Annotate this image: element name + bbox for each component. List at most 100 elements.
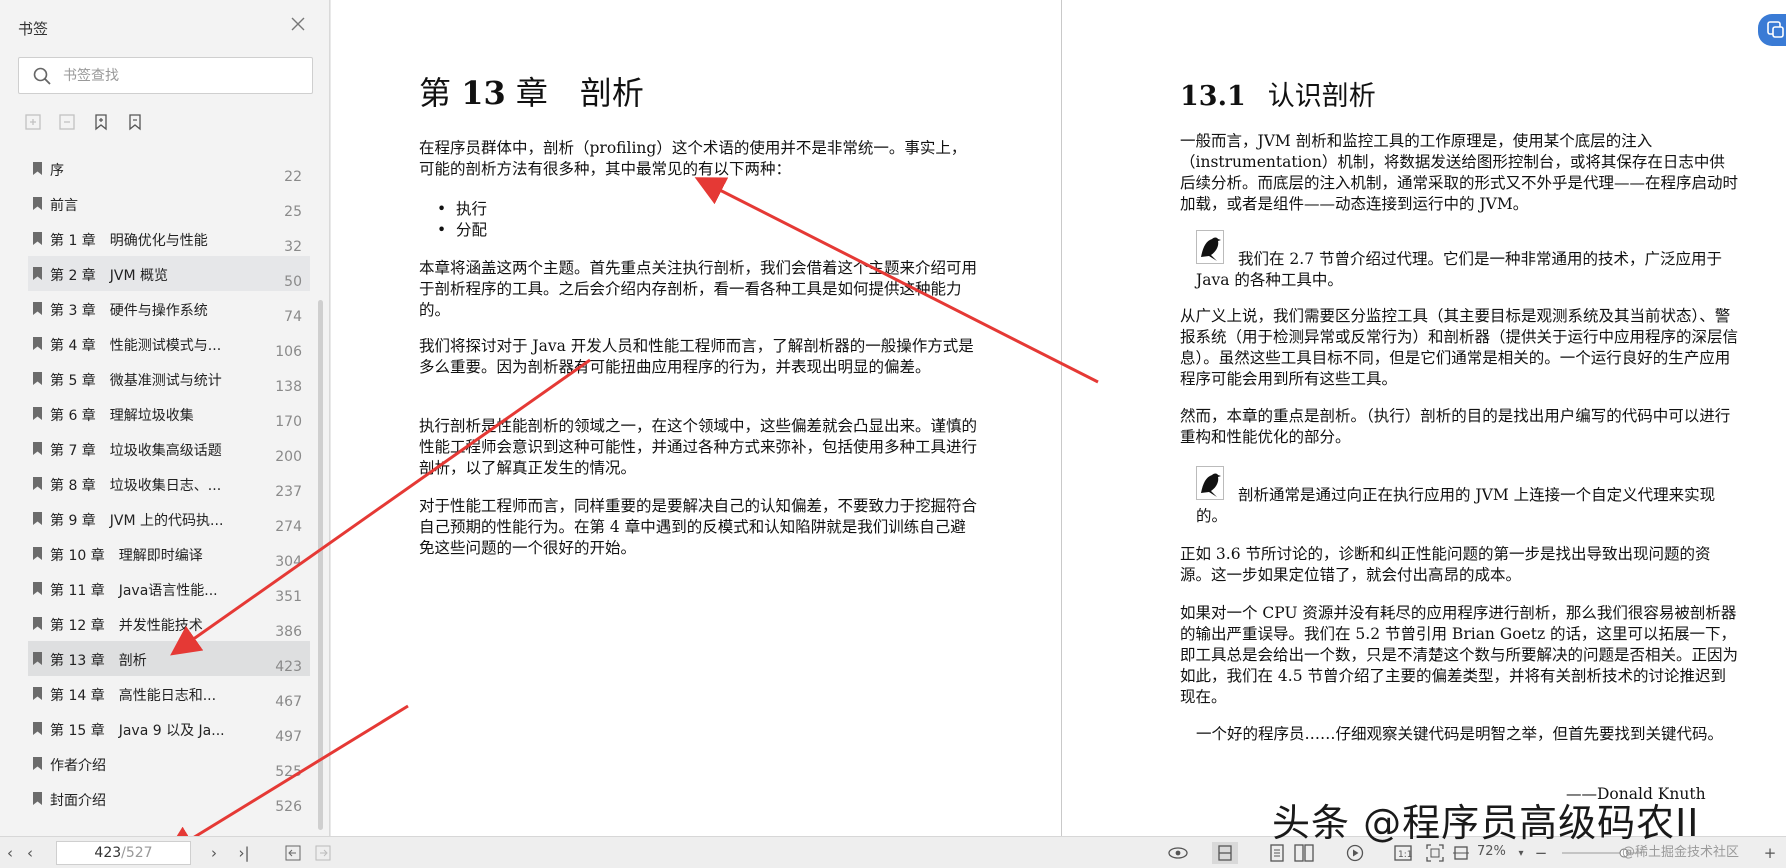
translate-float-button[interactable]	[1758, 14, 1786, 46]
bookmark-flag-icon	[33, 687, 42, 700]
paragraph: 然而，本章的重点是剖析。（执行）剖析的目的是找出用户编写的代码中可以进行重构和性…	[1180, 407, 1731, 446]
bookmark-item[interactable]: 第 1 章 明确优化与性能 32	[28, 221, 310, 256]
bookmark-flag-icon	[33, 442, 42, 455]
expand-all-icon[interactable]	[22, 111, 44, 133]
bookmark-flag-icon	[33, 792, 42, 805]
bookmark-label: 第 3 章 硬件与操作系统	[50, 303, 208, 319]
bullet-item: • 执行	[437, 200, 488, 218]
bookmark-item[interactable]: 第 8 章 垃圾收集日志、... 237	[28, 466, 310, 501]
bookmark-label: 前言	[50, 198, 78, 214]
bookmark-page: 22	[284, 169, 302, 185]
chevron-left-icon[interactable]: ‹	[2, 842, 18, 864]
bookmark-flag-icon	[33, 652, 42, 665]
bookmark-flag-icon	[33, 372, 42, 385]
bookmark-page: 526	[275, 799, 302, 815]
note-text: 剖析通常是通过向正在执行应用的 JVM 上连接一个自定义代理来实现的。	[1196, 486, 1716, 525]
bookmark-page: 423	[275, 659, 302, 675]
bookmark-flag-icon	[33, 407, 42, 420]
bookmark-flag-icon	[33, 617, 42, 630]
paragraph: 如果对一个 CPU 资源并没有耗尽的应用程序进行剖析，那么我们很容易被剖析器的输…	[1180, 604, 1739, 706]
bookmark-flag-icon	[33, 512, 42, 525]
bookmark-item[interactable]: 第 6 章 理解垃圾收集 170	[28, 396, 310, 431]
bookmark-item-selected[interactable]: 第 13 章 剖析 423	[28, 641, 310, 676]
pdf-reader-window: 书签 序 22 前言 25 第 1 章 明确优化与性能 32	[0, 0, 1786, 868]
bookmark-page: 106	[275, 344, 302, 360]
bookmark-label: 第 9 章 JVM 上的代码执...	[50, 513, 224, 529]
bookmark-item[interactable]: 序 22	[28, 151, 310, 186]
bookmark-page: 497	[275, 729, 302, 745]
bookmark-item[interactable]: 第 15 章 Java 9 以及 Ja... 497	[28, 711, 310, 746]
bookmark-page: 74	[284, 309, 302, 325]
bookmark-item[interactable]: 前言 25	[28, 186, 310, 221]
bookmark-item[interactable]: 第 14 章 高性能日志和... 467	[28, 676, 310, 711]
back-icon[interactable]	[282, 842, 304, 864]
bookmark-label: 第 4 章 性能测试模式与...	[50, 338, 222, 354]
bookmark-label: 第 2 章 JVM 概览	[50, 268, 169, 284]
bookmark-flag-icon	[33, 197, 42, 210]
chapter-title: 第 13 章 剖析	[419, 68, 644, 114]
bookmark-sidebar: 书签 序 22 前言 25 第 1 章 明确优化与性能 32	[0, 0, 330, 836]
bookmark-flag-icon	[33, 547, 42, 560]
bookmark-flag-icon	[33, 337, 42, 350]
eye-protect-icon[interactable]	[1166, 842, 1190, 864]
chapter-prefix: 第	[419, 74, 452, 112]
bookmark-page: 170	[275, 414, 302, 430]
page-number-input[interactable]: 423/527	[56, 841, 191, 865]
last-page-icon[interactable]: ›|	[234, 842, 254, 864]
bookmark-label: 第 13 章 剖析	[50, 653, 147, 669]
bookmark-label: 第 11 章 Java语言性能...	[50, 583, 218, 599]
bookmark-page: 274	[275, 519, 302, 535]
watermark-sub-text: @稀土掘金技术社区	[1622, 845, 1740, 860]
note-text: 我们在 2.7 节曾介绍过代理。它们是一种非常通用的技术，广泛应用于 Java …	[1196, 250, 1723, 289]
bullet-list: • 执行 • 分配	[437, 199, 997, 241]
bookmark-item[interactable]: 第 2 章 JVM 概览 50	[28, 256, 310, 291]
add-bookmark-icon[interactable]	[90, 111, 112, 133]
bookmark-item[interactable]: 第 4 章 性能测试模式与... 106	[28, 326, 310, 361]
zoom-in-icon[interactable]: +	[1762, 842, 1778, 864]
bookmark-item[interactable]: 第 9 章 JVM 上的代码执... 274	[28, 501, 310, 536]
chapter-number: 13	[461, 74, 506, 112]
bookmark-item[interactable]: 第 5 章 微基准测试与统计 138	[28, 361, 310, 396]
bookmark-label: 第 6 章 理解垃圾收集	[50, 408, 194, 424]
paragraph: 正如 3.6 节所讨论的，诊断和纠正性能问题的第一步是找出导致出现问题的资源。这…	[1180, 545, 1711, 584]
section-name: 认识剖析	[1267, 81, 1376, 112]
bookmark-item[interactable]: 作者介绍 525	[28, 746, 310, 781]
bookmark-item[interactable]: 第 7 章 垃圾收集高级话题 200	[28, 431, 310, 466]
sidebar-scrollbar[interactable]	[318, 300, 323, 830]
paragraph: 在程序员群体中，剖析（profiling）这个术语的使用并不是非常统一。事实上，…	[419, 139, 967, 178]
bookmark-flag-icon	[33, 477, 42, 490]
left-page: 第 13 章 剖析 在程序员群体中，剖析（profiling）这个术语的使用并不…	[331, 0, 1061, 836]
next-page-icon[interactable]: ›	[206, 842, 222, 864]
document-view: 第 13 章 剖析 在程序员群体中，剖析（profiling）这个术语的使用并不…	[331, 0, 1786, 836]
prev-page-icon[interactable]: ‹	[22, 842, 38, 864]
paragraph: 对于性能工程师而言，同样重要的是要解决自己的认知偏差，不要致力于挖掘符合自己预期…	[419, 497, 978, 557]
bookmark-item[interactable]: 第 12 章 并发性能技术 386	[28, 606, 310, 641]
bookmark-page: 304	[275, 554, 302, 570]
bookmark-page: 25	[284, 204, 302, 220]
section-title: 13.1 认识剖析	[1180, 74, 1376, 113]
bookmark-search-box[interactable]	[18, 57, 313, 94]
paragraph: 执行剖析是性能剖析的领域之一，在这个领域中，这些偏差就会凸显出来。谨慎的性能工程…	[419, 417, 978, 477]
bookmark-item[interactable]: 第 11 章 Java语言性能... 351	[28, 571, 310, 606]
bookmark-page: 525	[275, 764, 302, 780]
right-page: 13.1 认识剖析 一般而言，JVM 剖析和监控工具的工作原理是，使用某个底层的注…	[1062, 0, 1786, 836]
collapse-all-icon[interactable]	[56, 111, 78, 133]
bookmark-label: 第 8 章 垃圾收集日志、...	[50, 478, 222, 494]
bookmark-item[interactable]: 第 10 章 理解即时编译 304	[28, 536, 310, 571]
bullet-item: • 分配	[437, 221, 488, 239]
bookmark-page: 50	[284, 274, 302, 290]
forward-icon[interactable]	[312, 842, 334, 864]
bookmark-item[interactable]: 封面介绍 526	[28, 781, 310, 816]
paragraph: 我们将探讨对于 Java 开发人员和性能工程师而言，了解剖析器的一般操作方式是多…	[419, 337, 974, 376]
bookmark-search-input[interactable]	[63, 65, 303, 87]
bookmark-item[interactable]: 第 3 章 硬件与操作系统 74	[28, 291, 310, 326]
bookmark-page: 351	[275, 589, 302, 605]
section-number: 13.1	[1180, 81, 1246, 112]
chapter-name: 章 剖析	[515, 74, 644, 112]
svg-text:1:1: 1:1	[1398, 850, 1412, 860]
single-page-icon[interactable]	[1212, 842, 1238, 864]
bookmark-label: 第 14 章 高性能日志和...	[50, 688, 217, 704]
close-icon[interactable]	[288, 15, 308, 35]
search-icon	[33, 67, 51, 85]
remove-bookmark-icon[interactable]	[124, 111, 146, 133]
